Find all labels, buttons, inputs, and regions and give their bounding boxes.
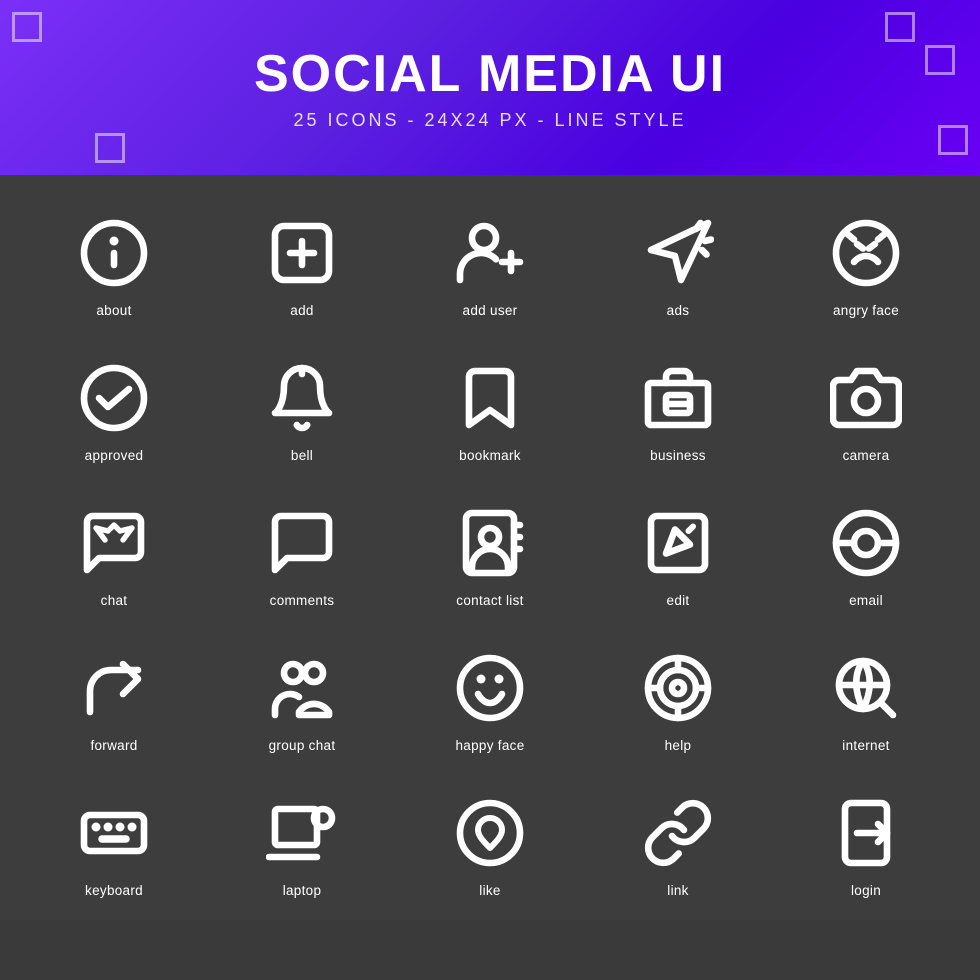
- forward-icon: [74, 648, 154, 728]
- corner-decoration: [925, 45, 955, 75]
- icon-cell-ads[interactable]: ads: [584, 195, 772, 330]
- help-label: help: [665, 738, 692, 753]
- icon-grid-container: about add add user ads: [0, 175, 980, 920]
- help-icon: [638, 648, 718, 728]
- add-icon: [262, 213, 342, 293]
- internet-label: internet: [842, 738, 889, 753]
- email-icon: [826, 503, 906, 583]
- icon-cell-contact-list[interactable]: contact list: [396, 485, 584, 620]
- comments-label: comments: [270, 593, 335, 608]
- icon-cell-keyboard[interactable]: keyboard: [20, 775, 208, 910]
- icon-cell-help[interactable]: help: [584, 630, 772, 765]
- laptop-icon: [262, 793, 342, 873]
- like-icon: [450, 793, 530, 873]
- happy-face-icon: [450, 648, 530, 728]
- corner-decoration: [12, 12, 42, 42]
- internet-icon: [826, 648, 906, 728]
- edit-icon: [638, 503, 718, 583]
- icon-cell-group-chat[interactable]: group chat: [208, 630, 396, 765]
- edit-label: edit: [667, 593, 690, 608]
- happy-face-label: happy face: [455, 738, 524, 753]
- add-label: add: [290, 303, 313, 318]
- icon-cell-add[interactable]: add: [208, 195, 396, 330]
- approved-icon: [74, 358, 154, 438]
- comments-icon: [262, 503, 342, 583]
- forward-label: forward: [90, 738, 137, 753]
- icon-cell-comments[interactable]: comments: [208, 485, 396, 620]
- chat-label: chat: [101, 593, 128, 608]
- contact-list-icon: [450, 503, 530, 583]
- group-chat-icon: [262, 648, 342, 728]
- keyboard-icon: [74, 793, 154, 873]
- icon-cell-bookmark[interactable]: bookmark: [396, 340, 584, 475]
- login-label: login: [851, 883, 881, 898]
- laptop-label: laptop: [283, 883, 322, 898]
- about-label: about: [96, 303, 131, 318]
- angry-face-label: angry face: [833, 303, 899, 318]
- icon-cell-approved[interactable]: approved: [20, 340, 208, 475]
- like-label: like: [479, 883, 500, 898]
- icon-cell-angry-face[interactable]: angry face: [772, 195, 960, 330]
- icon-cell-add-user[interactable]: add user: [396, 195, 584, 330]
- login-icon: [826, 793, 906, 873]
- corner-decoration: [938, 125, 968, 155]
- bell-icon: [262, 358, 342, 438]
- icon-cell-internet[interactable]: internet: [772, 630, 960, 765]
- icon-cell-edit[interactable]: edit: [584, 485, 772, 620]
- camera-icon: [826, 358, 906, 438]
- icon-cell-chat[interactable]: chat: [20, 485, 208, 620]
- icon-cell-forward[interactable]: forward: [20, 630, 208, 765]
- page-subtitle: 25 ICONS - 24X24 PX - LINE STYLE: [293, 110, 686, 131]
- icon-cell-business[interactable]: business: [584, 340, 772, 475]
- chat-icon: [74, 503, 154, 583]
- icon-cell-like[interactable]: like: [396, 775, 584, 910]
- business-icon: [638, 358, 718, 438]
- keyboard-label: keyboard: [85, 883, 143, 898]
- add-user-icon: [450, 213, 530, 293]
- page-title: SOCIAL MEDIA UI: [254, 44, 726, 104]
- angry-face-icon: [826, 213, 906, 293]
- group-chat-label: group chat: [269, 738, 336, 753]
- corner-decoration: [95, 133, 125, 163]
- icon-cell-about[interactable]: about: [20, 195, 208, 330]
- email-label: email: [849, 593, 883, 608]
- icon-cell-email[interactable]: email: [772, 485, 960, 620]
- business-label: business: [650, 448, 706, 463]
- icon-cell-bell[interactable]: bell: [208, 340, 396, 475]
- ads-label: ads: [667, 303, 690, 318]
- add-user-label: add user: [463, 303, 518, 318]
- ads-icon: [638, 213, 718, 293]
- icon-cell-happy-face[interactable]: happy face: [396, 630, 584, 765]
- header: SOCIAL MEDIA UI 25 ICONS - 24X24 PX - LI…: [0, 0, 980, 175]
- link-label: link: [667, 883, 688, 898]
- icon-cell-laptop[interactable]: laptop: [208, 775, 396, 910]
- icon-cell-link[interactable]: link: [584, 775, 772, 910]
- contact-list-label: contact list: [456, 593, 523, 608]
- bookmark-label: bookmark: [459, 448, 521, 463]
- icon-cell-login[interactable]: login: [772, 775, 960, 910]
- camera-label: camera: [843, 448, 890, 463]
- icon-grid: about add add user ads: [20, 195, 960, 910]
- corner-decoration: [885, 12, 915, 42]
- bookmark-icon: [450, 358, 530, 438]
- approved-label: approved: [85, 448, 144, 463]
- link-icon: [638, 793, 718, 873]
- about-icon: [74, 213, 154, 293]
- bell-label: bell: [291, 448, 313, 463]
- icon-cell-camera[interactable]: camera: [772, 340, 960, 475]
